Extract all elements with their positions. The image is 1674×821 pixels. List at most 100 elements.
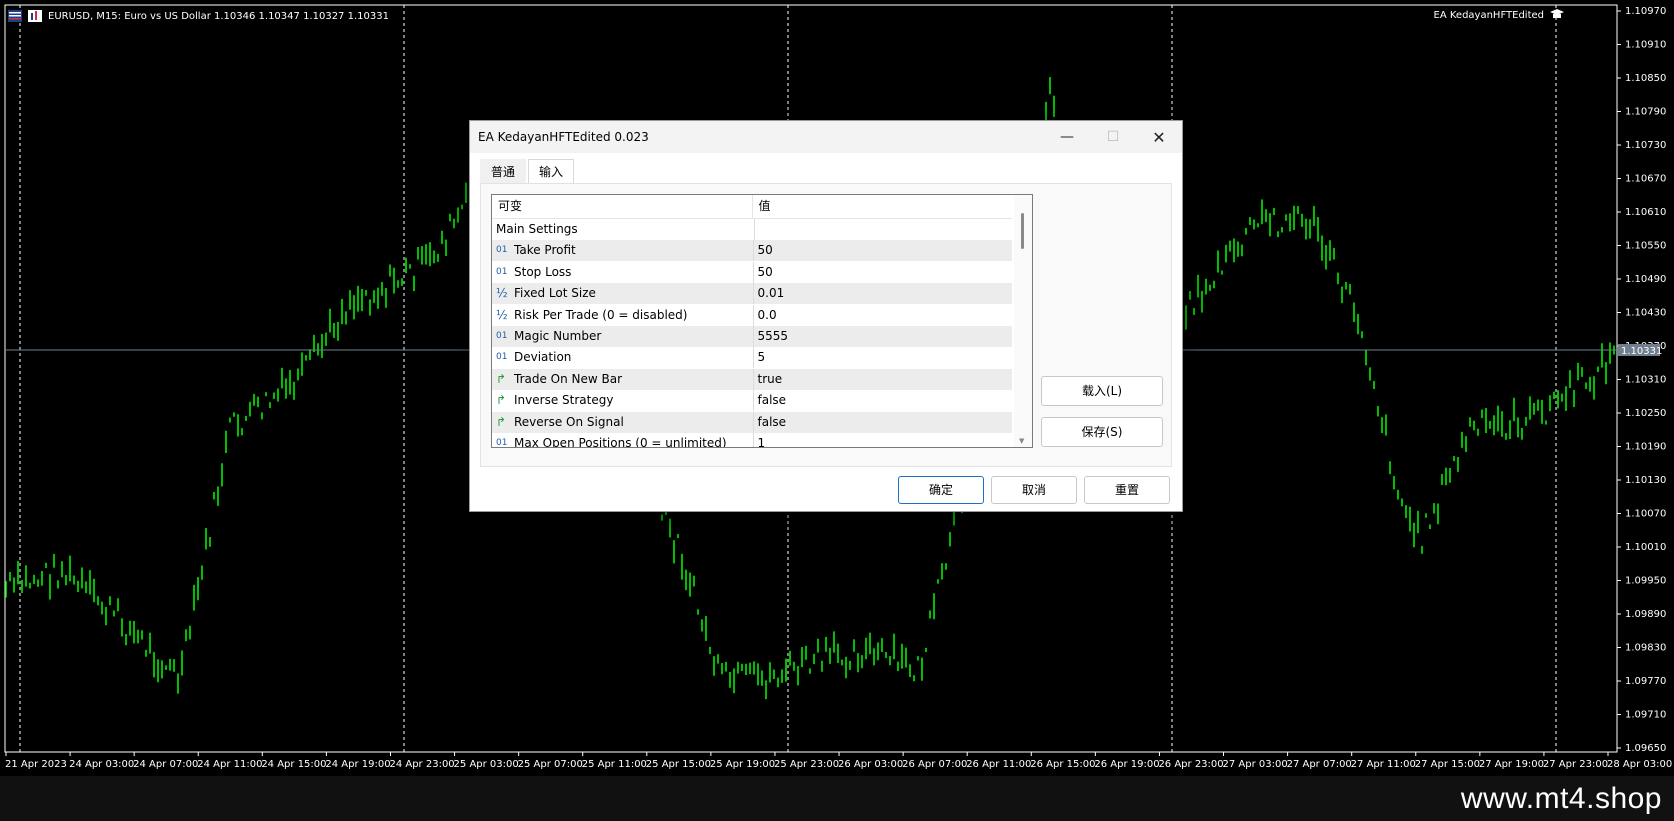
time-tick-label: 25 Apr 07:00 [518,759,583,770]
time-tick-label: 24 Apr 19:00 [325,759,390,770]
table-row[interactable]: ↱ Trade On New Bar true [492,368,1013,391]
save-button[interactable]: 保存(S) [1041,417,1163,447]
bottom-bar [0,776,1674,821]
cancel-button[interactable]: 取消 [991,476,1077,504]
price-tick-label: 1.09890 [1625,609,1666,620]
integer-type-icon: 01 [496,438,508,448]
tab-inputs[interactable]: 输入 [528,159,575,184]
time-tick-label: 21 Apr 2023 [5,759,67,770]
scroll-down-arrow-icon[interactable]: ▼ [1019,437,1024,445]
time-tick-label: 25 Apr 23:00 [774,759,839,770]
table-row[interactable]: ½ Fixed Lot Size 0.01 [492,283,1013,306]
price-tick-label: 1.10070 [1625,509,1666,520]
price-tick-label: 1.09650 [1625,743,1666,754]
time-tick-label: 25 Apr 19:00 [710,759,775,770]
price-tick-label: 1.10130 [1625,475,1666,486]
integer-type-icon: 01 [496,331,508,341]
table-row[interactable]: 01 Take Profit 50 [492,240,1013,263]
load-button[interactable]: 载入(L) [1041,376,1163,406]
table-row[interactable]: ↱ Inverse Strategy false [492,390,1013,413]
inputs-grid[interactable]: 可变 值 Main Settings 01 Take Profit 50 01 Stop … [491,194,1033,448]
double-type-icon: ½ [496,286,508,301]
param-value[interactable]: true [754,369,1013,390]
param-name: Magic Number [514,329,602,343]
integer-type-icon: 01 [496,352,508,363]
param-name: Stop Loss [514,264,572,279]
price-tick-label: 1.10910 [1625,40,1666,51]
param-value[interactable]: 0.0 [754,305,1013,326]
time-tick-label: 26 Apr 15:00 [1030,759,1095,770]
price-tick-label: 1.10850 [1625,73,1666,84]
param-name-cell: 01 Magic Number [492,326,754,347]
param-value[interactable]: 5 [754,347,1013,368]
param-name: Fixed Lot Size [514,286,596,301]
param-name: Risk Per Trade (0 = disabled) [514,307,688,322]
price-tick-label: 1.10190 [1625,442,1666,453]
param-value[interactable]: 50 [754,262,1013,283]
param-value[interactable]: 0.01 [754,283,1013,304]
price-tick-label: 1.10250 [1625,408,1666,419]
table-row[interactable]: 01 Stop Loss 50 [492,261,1013,284]
param-value[interactable]: 1 [754,433,1013,447]
column-header-value[interactable]: 值 [753,195,1013,218]
param-value[interactable]: 50 [754,240,1013,261]
tab-common[interactable]: 普通 [480,159,527,184]
param-value[interactable]: 5555 [754,326,1013,347]
param-name-cell: 01 Deviation [492,347,754,369]
column-header-variable[interactable]: 可变 [492,195,753,218]
integer-type-icon: 01 [496,266,508,277]
reset-button[interactable]: 重置 [1084,476,1170,504]
table-row[interactable]: 01 Magic Number 5555 [492,326,1012,348]
price-tick-label: 1.09770 [1625,676,1666,687]
time-tick-label: 26 Apr 07:00 [902,759,967,770]
price-tick-label: 1.09950 [1625,576,1666,587]
table-row[interactable]: 01 Max Open Positions (0 = unlimited) 1 [492,433,1013,448]
bool-type-icon: ↱ [496,414,507,429]
param-name-cell: ↱ Inverse Strategy [492,390,754,412]
price-tick-label: 1.09710 [1625,710,1666,721]
price-tick-label: 1.10610 [1625,207,1666,218]
current-price-label: 1.10331 [1621,346,1662,357]
price-tick-label: 1.10730 [1625,140,1666,151]
maximize-button[interactable]: ☐ [1090,121,1136,153]
time-tick-label: 27 Apr 19:00 [1479,759,1544,770]
ea-name: EA KedayanHFTEdited [1433,10,1544,21]
ok-button[interactable]: 确定 [898,476,984,504]
minimize-button[interactable]: — [1044,121,1090,153]
grid-scrollbar[interactable]: ▼ [1014,195,1032,447]
chart-type-icon[interactable] [28,10,42,22]
price-tick-label: 1.09830 [1625,643,1666,654]
time-tick-label: 26 Apr 11:00 [966,759,1031,770]
param-name-cell: ½ Risk Per Trade (0 = disabled) [492,304,754,326]
graduation-cap-icon [1550,8,1564,23]
param-name-cell: ½ Fixed Lot Size [492,283,754,305]
param-name-cell: ↱ Reverse On Signal [492,411,754,433]
table-row[interactable]: ↱ Reverse On Signal false [492,411,1013,434]
table-row[interactable]: 01 Deviation 5 [492,347,1013,370]
time-tick-label: 24 Apr 03:00 [69,759,134,770]
bool-type-icon: ↱ [496,393,507,408]
grid-header: 可变 值 [492,195,1012,219]
price-tick-label: 1.10430 [1625,308,1666,319]
table-row[interactable]: ½ Risk Per Trade (0 = disabled) 0.0 [492,304,1013,327]
param-value[interactable]: false [754,412,1013,433]
time-tick-label: 24 Apr 23:00 [389,759,454,770]
param-value[interactable] [755,219,1012,240]
param-name-cell: Main Settings [492,219,756,240]
ea-label[interactable]: EA KedayanHFTEdited [1434,8,1564,23]
close-button[interactable]: ✕ [1136,121,1182,153]
time-tick-label: 26 Apr 19:00 [1094,759,1159,770]
scroll-thumb[interactable] [1021,213,1024,249]
param-name: Max Open Positions (0 = unlimited) [514,436,727,448]
time-tick-label: 27 Apr 15:00 [1415,759,1480,770]
price-tick-label: 1.10970 [1625,6,1666,17]
param-name: Main Settings [496,222,578,236]
ea-properties-dialog: EA KedayanHFTEdited 0.023 — ☐ ✕ 普通 输入 可变… [469,120,1183,512]
time-tick-label: 25 Apr 15:00 [646,759,711,770]
param-name-cell: 01 Stop Loss [492,261,754,283]
table-row[interactable]: Main Settings [492,219,1012,241]
price-tick-label: 1.10550 [1625,241,1666,252]
param-value[interactable]: false [754,390,1013,411]
dialog-titlebar[interactable]: EA KedayanHFTEdited 0.023 — ☐ ✕ [470,121,1182,153]
close-icon: ✕ [1152,127,1166,147]
